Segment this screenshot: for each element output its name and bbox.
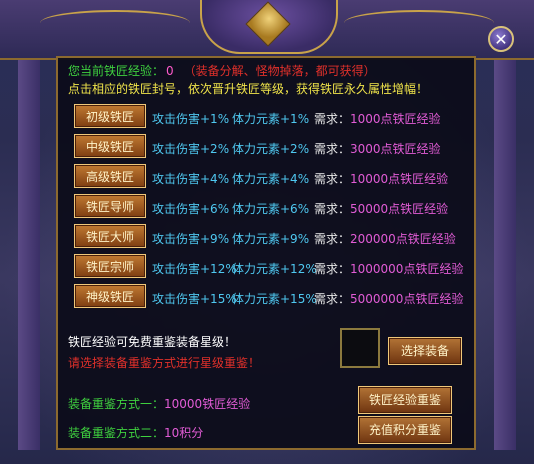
appraise-warning: 请选择装备重鉴方式进行星级重鉴！ — [68, 356, 261, 370]
method-1-value: 10000铁匠经验 — [164, 397, 251, 411]
attack-bonus: 攻击伤害+12% — [152, 262, 237, 276]
requirement-value: 1000000点铁匠经验 — [350, 262, 464, 276]
right-wing-ornament — [344, 10, 494, 36]
stamina-bonus: 体力元素+1% — [232, 112, 310, 126]
exp-hint: （装备分解、怪物掉落，都可获得） — [183, 64, 376, 78]
appraise-info: 铁匠经验可免费重鉴装备星级！ — [68, 335, 237, 349]
requirement-label: 需求： — [314, 142, 351, 156]
attack-bonus: 攻击伤害+15% — [152, 292, 237, 306]
stamina-bonus: 体力元素+12% — [232, 262, 317, 276]
rank-button-3[interactable]: 高级铁匠 — [74, 164, 146, 188]
rank-button-5[interactable]: 铁匠大师 — [74, 224, 146, 248]
rank-button-7[interactable]: 神级铁匠 — [74, 284, 146, 308]
requirement-label: 需求： — [314, 232, 351, 246]
method-2-value: 10积分 — [164, 426, 204, 440]
equipment-slot[interactable] — [340, 328, 380, 368]
stamina-bonus: 体力元素+4% — [232, 172, 310, 186]
stamina-bonus: 体力元素+15% — [232, 292, 317, 306]
requirement-label: 需求： — [314, 172, 351, 186]
exp-value: 0 — [166, 64, 174, 78]
method-2-label: 装备重鉴方式二： — [68, 426, 165, 440]
rank-row-2: 攻击伤害+2% 体力元素+2% 需求： 3000点铁匠经验 — [152, 140, 441, 157]
rank-row-6: 攻击伤害+12% 体力元素+12% 需求： 1000000点铁匠经验 — [152, 260, 463, 277]
requirement-label: 需求： — [314, 202, 351, 216]
requirement-label: 需求： — [314, 262, 351, 276]
requirement-label: 需求： — [314, 112, 351, 126]
rank-button-6[interactable]: 铁匠宗师 — [74, 254, 146, 278]
requirement-value: 50000点铁匠经验 — [350, 202, 449, 216]
stamina-bonus: 体力元素+9% — [232, 232, 310, 246]
right-pillar — [494, 60, 516, 450]
attack-bonus: 攻击伤害+9% — [152, 232, 230, 246]
rank-row-3: 攻击伤害+4% 体力元素+4% 需求： 10000点铁匠经验 — [152, 170, 448, 187]
appraise-method-1: 装备重鉴方式一：10000铁匠经验 — [68, 395, 250, 412]
rank-button-4[interactable]: 铁匠导师 — [74, 194, 146, 218]
rank-row-4: 攻击伤害+6% 体力元素+6% 需求： 50000点铁匠经验 — [152, 200, 448, 217]
rank-row-7: 攻击伤害+15% 体力元素+15% 需求： 5000000点铁匠经验 — [152, 290, 463, 307]
requirement-value: 5000000点铁匠经验 — [350, 292, 464, 306]
attack-bonus: 攻击伤害+1% — [152, 112, 230, 126]
rank-button-2[interactable]: 中级铁匠 — [74, 134, 146, 158]
requirement-value: 3000点铁匠经验 — [350, 142, 441, 156]
method-1-label: 装备重鉴方式一： — [68, 397, 165, 411]
rank-row-1: 攻击伤害+1% 体力元素+1% 需求： 1000点铁匠经验 — [152, 110, 441, 127]
exp-appraise-button[interactable]: 铁匠经验重鉴 — [358, 386, 452, 414]
blacksmith-exp-line: 您当前铁匠经验： 0 （装备分解、怪物掉落，都可获得） — [68, 62, 376, 79]
left-wing-ornament — [40, 10, 190, 36]
rank-description: 点击相应的铁匠封号，依次晋升铁匠等级，获得铁匠永久属性增幅！ — [68, 82, 429, 96]
attack-bonus: 攻击伤害+6% — [152, 202, 230, 216]
window-header — [0, 0, 534, 60]
points-appraise-button[interactable]: 充值积分重鉴 — [358, 416, 452, 444]
requirement-value: 200000点铁匠经验 — [350, 232, 456, 246]
requirement-value: 10000点铁匠经验 — [350, 172, 449, 186]
requirement-value: 1000点铁匠经验 — [350, 112, 441, 126]
left-pillar — [18, 60, 40, 450]
rank-button-1[interactable]: 初级铁匠 — [74, 104, 146, 128]
attack-bonus: 攻击伤害+4% — [152, 172, 230, 186]
exp-label: 您当前铁匠经验： — [68, 64, 165, 78]
select-equipment-button[interactable]: 选择装备 — [388, 337, 462, 365]
stamina-bonus: 体力元素+2% — [232, 142, 310, 156]
rank-row-5: 攻击伤害+9% 体力元素+9% 需求： 200000点铁匠经验 — [152, 230, 456, 247]
requirement-label: 需求： — [314, 292, 351, 306]
appraise-method-2: 装备重鉴方式二：10积分 — [68, 424, 203, 441]
close-button[interactable]: ✕ — [488, 26, 514, 52]
stamina-bonus: 体力元素+6% — [232, 202, 310, 216]
attack-bonus: 攻击伤害+2% — [152, 142, 230, 156]
